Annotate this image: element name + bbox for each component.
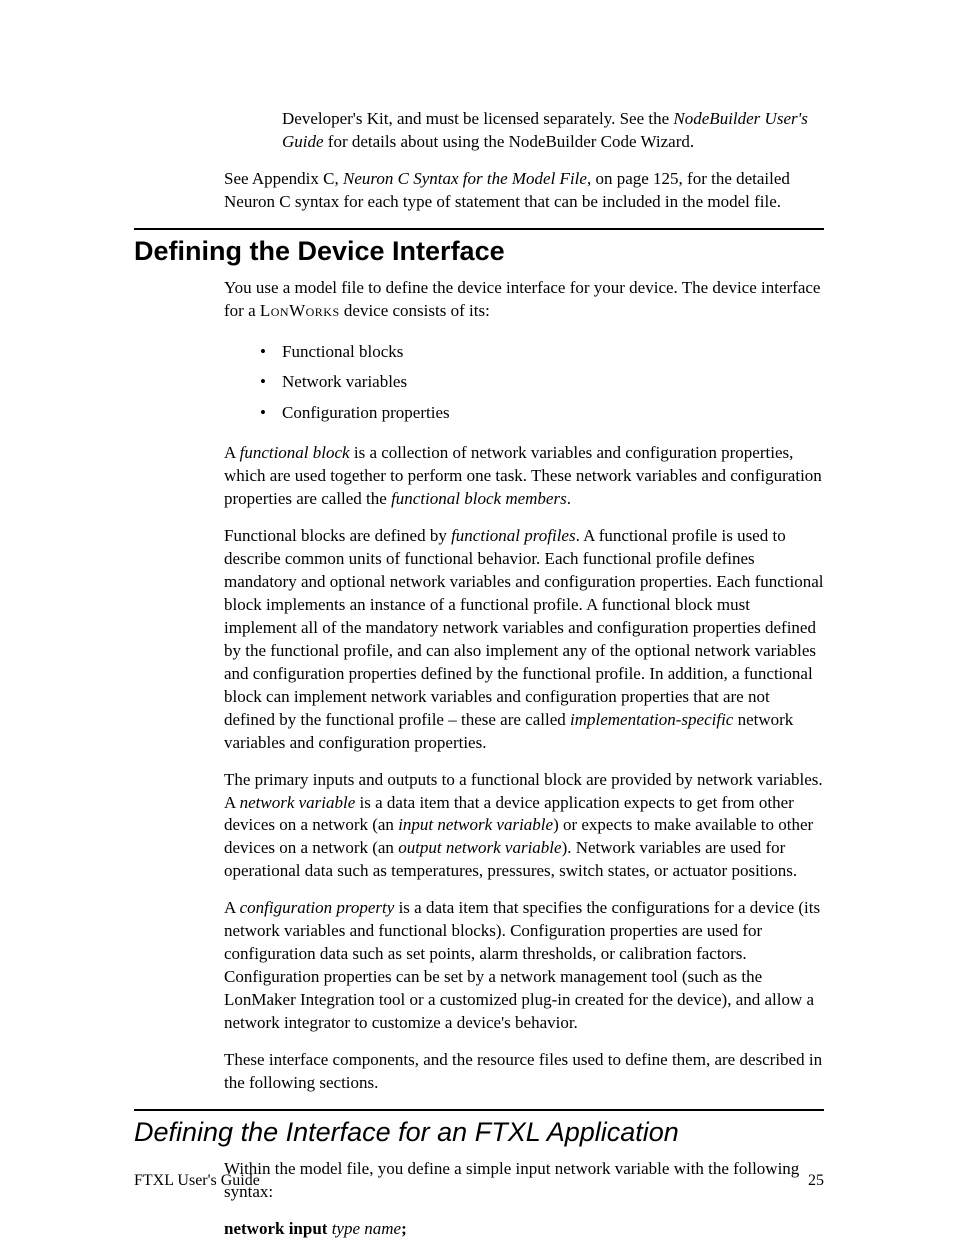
heading-defining-device-interface: Defining the Device Interface bbox=[134, 236, 824, 267]
text: Developer's Kit, and must be licensed se… bbox=[282, 109, 673, 128]
term-network-variable: network variable bbox=[240, 793, 356, 812]
text: A bbox=[224, 443, 240, 462]
term-output-network-variable: output network variable bbox=[398, 838, 561, 857]
intro-para-1: Developer's Kit, and must be licensed se… bbox=[282, 108, 824, 154]
text: . A functional profile is used to descri… bbox=[224, 526, 824, 729]
sec1-para-4: The primary inputs and outputs to a func… bbox=[224, 769, 824, 884]
term-implementation-specific: implementation-specific bbox=[570, 710, 733, 729]
intro-para-2: See Appendix C, Neuron C Syntax for the … bbox=[224, 168, 824, 214]
text: is a data item that specifies the config… bbox=[224, 898, 820, 1032]
sec1-para-5: A configuration property is a data item … bbox=[224, 897, 824, 1035]
heading-defining-interface-ftxl: Defining the Interface for an FTXL Appli… bbox=[134, 1117, 824, 1148]
text: See Appendix C, bbox=[224, 169, 343, 188]
syntax-line: network input type name; bbox=[224, 1218, 824, 1241]
sec1-para-6: These interface components, and the reso… bbox=[224, 1049, 824, 1095]
text: Functional blocks are defined by bbox=[224, 526, 451, 545]
page-footer: FTXL User's Guide 25 bbox=[134, 1172, 824, 1190]
section-rule bbox=[134, 1109, 824, 1111]
term-functional-block: functional block bbox=[240, 443, 350, 462]
list-item: Network variables bbox=[282, 367, 824, 398]
page-content: Developer's Kit, and must be licensed se… bbox=[134, 108, 824, 1255]
text: . bbox=[567, 489, 571, 508]
sec1-para-1: You use a model file to define the devic… bbox=[224, 277, 824, 323]
term-configuration-property: configuration property bbox=[240, 898, 395, 917]
sec1-para-3: Functional blocks are defined by functio… bbox=[224, 525, 824, 754]
term-functional-block-members: functional block members bbox=[391, 489, 567, 508]
brand-lonworks: LonWorks bbox=[260, 301, 340, 320]
text: for details about using the NodeBuilder … bbox=[324, 132, 695, 151]
device-interface-list: Functional blocks Network variables Conf… bbox=[282, 337, 824, 429]
term-functional-profiles: functional profiles bbox=[451, 526, 576, 545]
appendix-title: Neuron C Syntax for the Model File bbox=[343, 169, 587, 188]
section-rule bbox=[134, 228, 824, 230]
sec1-para-2: A functional block is a collection of ne… bbox=[224, 442, 824, 511]
term-input-network-variable: input network variable bbox=[398, 815, 553, 834]
page-number: 25 bbox=[808, 1172, 824, 1190]
text: A bbox=[224, 898, 240, 917]
text: device consists of its: bbox=[340, 301, 490, 320]
list-item: Configuration properties bbox=[282, 398, 824, 429]
footer-title: FTXL User's Guide bbox=[134, 1172, 260, 1190]
list-item: Functional blocks bbox=[282, 337, 824, 368]
